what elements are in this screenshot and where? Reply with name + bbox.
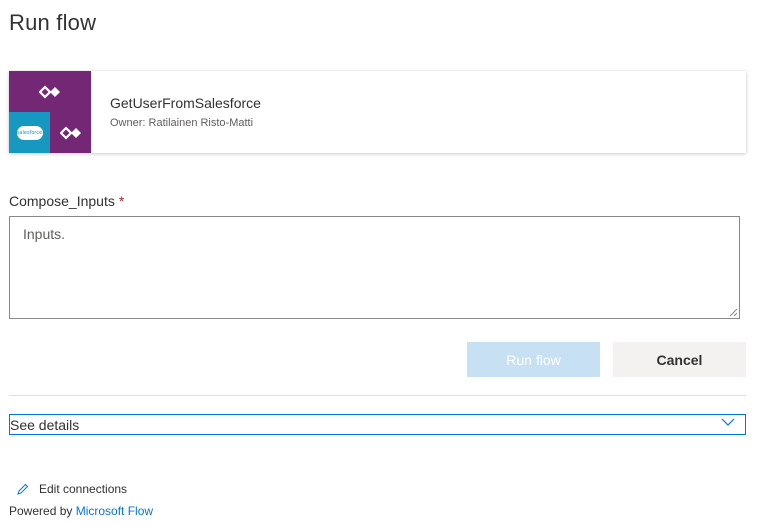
field-label-text: Compose_Inputs: [9, 193, 115, 209]
compose-inputs-value: Inputs.: [23, 226, 66, 242]
resize-grip-icon[interactable]: [728, 307, 738, 317]
salesforce-icon: salesforce: [9, 112, 50, 153]
compose-inputs-label: Compose_Inputs *: [9, 193, 124, 209]
compose-inputs-field[interactable]: Inputs.: [9, 216, 740, 319]
flow-owner: Owner: Ratilainen Risto-Matti: [110, 117, 254, 129]
salesforce-cloud-label: salesforce: [16, 125, 43, 140]
flow-connector-icon: [50, 112, 91, 153]
powered-by: Powered by Microsoft Flow: [9, 504, 153, 518]
edit-connections-link[interactable]: Edit connections: [16, 482, 127, 496]
chevron-down-icon: [721, 418, 735, 426]
flow-logo-icon: [9, 71, 91, 112]
powered-by-text: Powered by: [9, 504, 73, 518]
required-marker: *: [118, 193, 125, 209]
flow-card: salesforce GetUserFromSalesforce Owner: …: [9, 71, 746, 153]
microsoft-flow-link[interactable]: Microsoft Flow: [76, 504, 153, 518]
cancel-button[interactable]: Cancel: [613, 342, 746, 377]
flow-name: GetUserFromSalesforce: [110, 95, 261, 111]
run-flow-button[interactable]: Run flow: [467, 342, 600, 377]
pencil-icon: [17, 483, 29, 495]
page-title: Run flow: [9, 10, 97, 35]
see-details-label: See details: [10, 417, 80, 433]
edit-connections-label: Edit connections: [39, 482, 128, 496]
divider: [9, 395, 746, 396]
see-details-dropdown[interactable]: See details: [9, 414, 746, 435]
